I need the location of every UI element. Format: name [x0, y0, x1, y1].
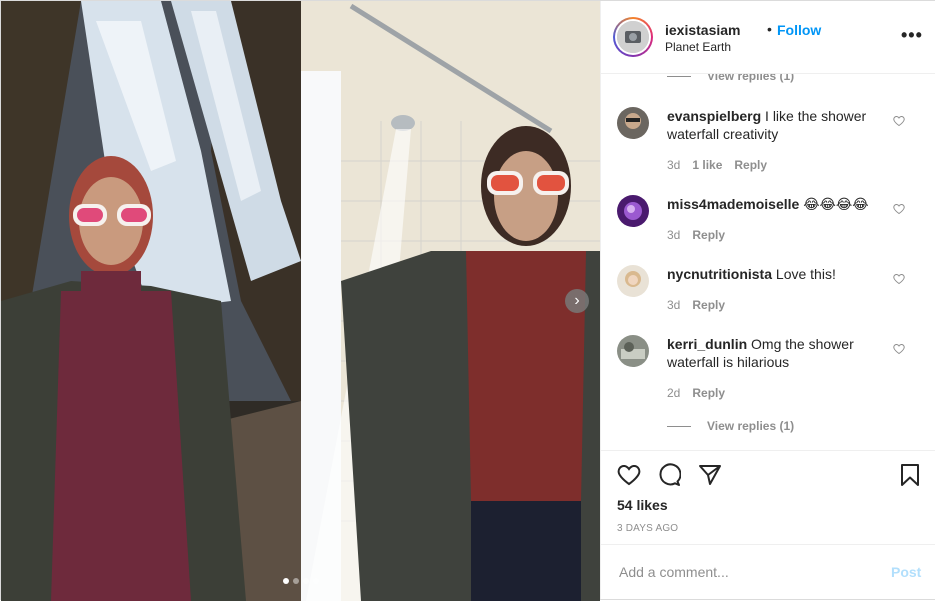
comment-text: nycnutritionista Love this! [667, 265, 889, 283]
like-heart-icon[interactable] [617, 463, 641, 492]
add-comment-bar: Post [601, 544, 935, 600]
replies-line [667, 426, 691, 428]
like-comment-icon[interactable] [893, 203, 905, 218]
commenter-username[interactable]: nycnutritionista [667, 266, 772, 282]
comment-body: 😂😂😂😂 [803, 196, 869, 212]
carousel-dot [283, 578, 289, 584]
carousel-dot [293, 578, 299, 584]
carousel-next-button[interactable]: › [565, 289, 589, 313]
more-options-icon[interactable]: ••• [901, 25, 923, 46]
view-replies-button[interactable]: View replies (1) [667, 74, 794, 83]
carousel-dot [313, 578, 319, 584]
comment-likes[interactable]: 1 like [692, 158, 722, 172]
carousel-dot [303, 578, 309, 584]
commenter-avatar[interactable] [617, 195, 649, 227]
carousel-dots [283, 578, 319, 584]
commenter-username[interactable]: miss4mademoiselle [667, 196, 799, 212]
comment-time[interactable]: 3d [667, 158, 680, 172]
view-replies-label: View replies (1) [707, 419, 795, 433]
comment-time[interactable]: 2d [667, 386, 680, 400]
reply-button[interactable]: Reply [692, 298, 725, 312]
comments-list[interactable]: View replies (1) evanspielberg I like th… [601, 74, 935, 450]
comment-meta: 3d Reply [667, 298, 737, 312]
comment-text: kerri_dunlin Omg the shower waterfall is… [667, 335, 889, 371]
view-replies-label: View replies (1) [707, 74, 795, 83]
post-location[interactable]: Planet Earth [665, 40, 731, 54]
comment-bubble-icon[interactable] [657, 463, 682, 492]
post-comment-button[interactable]: Post [891, 564, 921, 580]
comment-text: evanspielberg I like the shower waterfal… [667, 107, 889, 143]
commenter-avatar[interactable] [617, 335, 649, 367]
post-actions: 54 likes 3 DAYS AGO [601, 450, 935, 551]
comment-body: Love this! [775, 266, 836, 282]
like-comment-icon[interactable] [893, 115, 905, 130]
commenter-avatar[interactable] [617, 265, 649, 297]
comment-meta: 2d Reply [667, 386, 737, 400]
shower-photo [301, 1, 600, 601]
reply-button[interactable]: Reply [692, 228, 725, 242]
post-date[interactable]: 3 DAYS AGO [617, 523, 678, 534]
post-header: iexistasiam • Follow Planet Earth ••• [601, 1, 935, 74]
add-comment-input[interactable] [617, 563, 871, 581]
comment-meta: 3d Reply [667, 228, 737, 242]
like-comment-icon[interactable] [893, 273, 905, 288]
commenter-avatar[interactable] [617, 107, 649, 139]
reply-button[interactable]: Reply [692, 386, 725, 400]
post-modal: › iexistasiam • Follow Planet Earth ••• [0, 0, 935, 601]
like-comment-icon[interactable] [893, 343, 905, 358]
bookmark-icon[interactable] [898, 463, 922, 492]
commenter-username[interactable]: evanspielberg [667, 108, 761, 124]
post-sidebar: iexistasiam • Follow Planet Earth ••• Vi… [600, 1, 935, 599]
author-avatar[interactable] [613, 17, 653, 57]
comment-meta: 3d 1 like Reply [667, 158, 779, 172]
waterfall-photo [1, 1, 301, 601]
likes-count[interactable]: 54 likes [617, 497, 668, 513]
replies-line [667, 76, 691, 78]
comment-time[interactable]: 3d [667, 228, 680, 242]
follow-button[interactable]: Follow [777, 22, 821, 38]
author-username[interactable]: iexistasiam [665, 22, 741, 38]
avatar-image [617, 21, 649, 53]
view-replies-button[interactable]: View replies (1) [667, 419, 794, 433]
comment-text: miss4mademoiselle 😂😂😂😂 [667, 195, 889, 213]
post-media[interactable]: › [1, 1, 600, 601]
commenter-username[interactable]: kerri_dunlin [667, 336, 747, 352]
comment-time[interactable]: 3d [667, 298, 680, 312]
reply-button[interactable]: Reply [734, 158, 767, 172]
share-paper-plane-icon[interactable] [698, 463, 722, 492]
header-separator: • [767, 21, 772, 37]
